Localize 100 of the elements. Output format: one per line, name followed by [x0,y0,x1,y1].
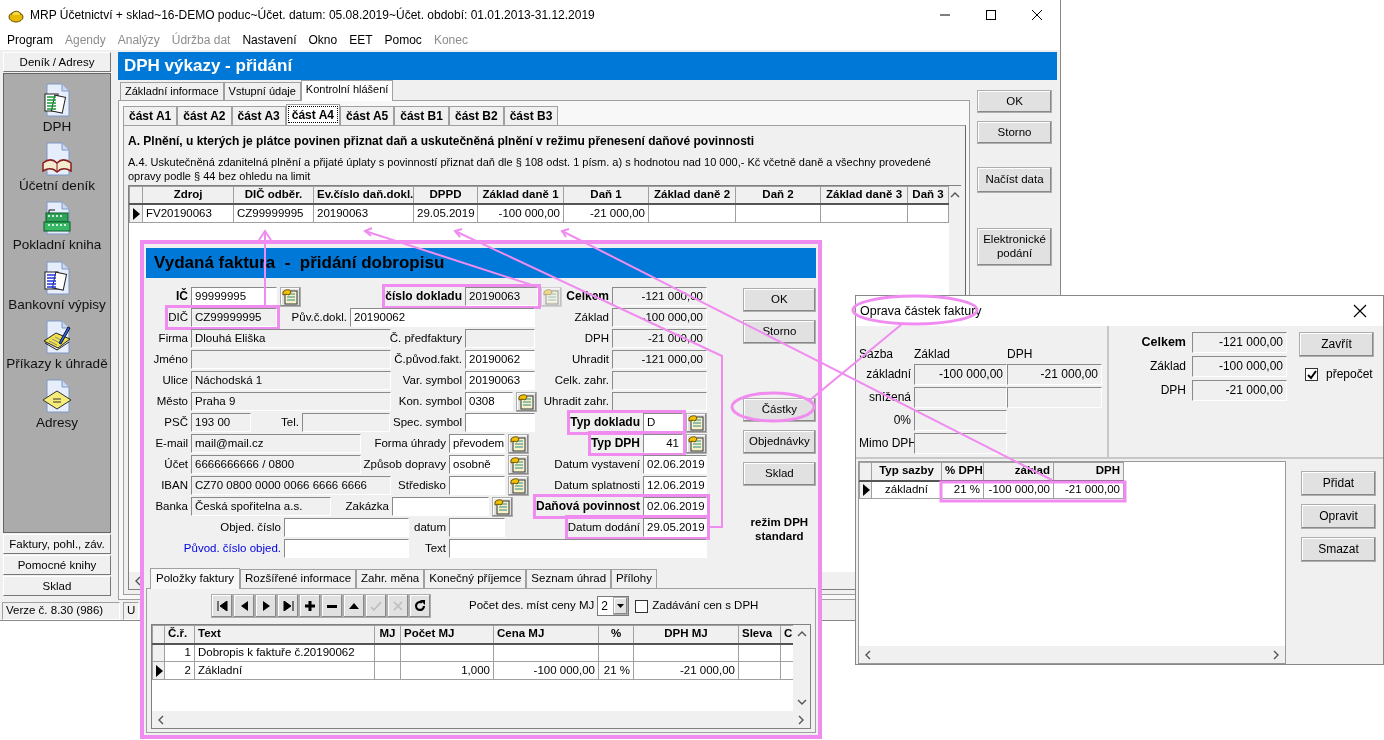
checkbox-label[interactable]: přepočet [1326,367,1373,382]
input-field[interactable] [612,392,707,411]
sidebar-item[interactable]: DPH [42,119,72,136]
toolbar-button[interactable] [409,594,431,618]
input-field[interactable]: 6666666666 / 0800 [191,455,361,474]
lookup-button[interactable] [280,286,301,307]
tab[interactable]: část B1 [394,105,449,125]
input-field[interactable] [465,413,535,432]
input-field[interactable] [449,476,505,495]
input-field[interactable] [1007,387,1102,408]
tab[interactable]: Rozšířené informace [240,569,357,588]
sidebar-item[interactable]: Bankovní výpisy [8,296,106,313]
tab[interactable]: část A5 [340,105,395,125]
e-filing-button[interactable]: Elektronické podání [977,228,1052,266]
input-field[interactable]: -100 000,00 [1192,355,1287,377]
ok-button[interactable]: OK [742,288,816,312]
lookup-button[interactable] [492,496,513,517]
input-field[interactable]: 29.05.2019 [643,518,707,537]
decimals-dropdown[interactable]: 2 [597,596,630,616]
tab[interactable]: Položky faktury [150,568,240,589]
menu-item[interactable]: Program [1,32,59,48]
input-field[interactable] [284,518,409,537]
sidebar-section-button[interactable]: Sklad [3,576,111,596]
tab[interactable]: část A4 [285,103,340,125]
input-field[interactable] [914,387,1007,408]
input-field[interactable]: CZ70 0800 0000 0066 6666 6666 [191,476,391,495]
input-field[interactable] [449,539,707,558]
input-field[interactable]: -21 000,00 [1007,364,1102,385]
input-field[interactable] [392,497,489,516]
close-dialog-button[interactable]: Zavřít [1299,332,1374,357]
tab[interactable]: Kontrolní hlášení [300,80,394,101]
menu-item[interactable]: Pomoc [378,32,428,48]
toolbar-button[interactable] [343,594,365,618]
edit-button[interactable]: Opravit [1301,504,1376,529]
input-field[interactable]: -100 000,00 [914,364,1007,385]
tab[interactable]: Přílohy [611,569,657,588]
tab[interactable]: část B2 [448,105,504,125]
input-field[interactable]: -21 000,00 [1192,379,1287,401]
tab[interactable]: Vstupní údaje [223,82,301,100]
documents-icon[interactable] [41,259,73,296]
delete-button[interactable]: Smazat [1301,537,1376,562]
input-field[interactable]: -100 000,00 [612,308,707,327]
lookup-button[interactable] [508,475,529,496]
lookup-button[interactable] [508,454,529,475]
field-link[interactable]: Původ. číslo objed. [183,541,284,556]
toolbar-button[interactable] [255,594,277,618]
horizontal-scrollbar[interactable] [152,711,810,728]
horizontal-scrollbar[interactable] [859,646,1285,663]
input-field[interactable]: Náchodská 1 [191,371,391,390]
input-field[interactable]: Česká spořitelna a.s. [191,497,331,516]
input-field[interactable]: 0308 [465,392,513,411]
input-field[interactable] [914,433,1007,454]
tab[interactable]: Konečný příjemce [424,569,527,588]
input-field[interactable] [465,329,535,348]
sidebar-item[interactable]: Příkazy k úhradě [6,355,108,372]
menu-item[interactable]: EET [343,32,379,48]
sidebar-item[interactable]: Adresy [36,414,78,432]
input-field[interactable] [191,350,391,369]
toolbar-button[interactable] [211,594,233,618]
input-field[interactable]: -121 000,00 [612,350,707,369]
input-field[interactable]: 20190062 [465,350,535,369]
toolbar-button[interactable] [321,594,343,618]
tab[interactable]: část A1 [123,105,178,125]
orders-button[interactable]: Objednávky [742,430,816,454]
ok-button[interactable]: OK [977,90,1052,113]
vertical-scrollbar[interactable] [793,625,810,711]
cash-register-icon[interactable] [41,200,73,237]
cancel-button[interactable]: Storno [977,121,1052,144]
input-field[interactable]: mail@mail.cz [191,434,361,453]
input-field[interactable] [449,518,505,537]
book-icon[interactable] [41,141,73,178]
input-field[interactable]: 41 [643,434,683,453]
envelope-icon[interactable] [41,377,73,414]
sidebar-section-button[interactable]: Pomocné knihy [3,555,111,575]
toolbar-button[interactable] [299,594,321,618]
lookup-button[interactable] [508,433,529,454]
input-field[interactable]: převodem [449,434,505,453]
tab[interactable]: Seznam úhrad [526,569,612,588]
input-field[interactable]: 02.06.2019 [643,455,707,474]
tab[interactable]: Základní informace [120,82,224,100]
cancel-button[interactable]: Storno [742,320,816,344]
input-field[interactable]: 20190063 [465,371,535,390]
input-field[interactable]: Dlouhá Eliška [191,329,391,348]
tab[interactable]: Zahr. měna [356,569,425,588]
tab[interactable]: část A3 [231,105,286,125]
input-field[interactable]: 20190062 [350,308,535,327]
stock-button[interactable]: Sklad [742,462,816,486]
sidebar-section-button[interactable]: Faktury, pohl., záv. [3,534,111,554]
documents-icon[interactable] [41,82,73,118]
checkbox[interactable] [1305,367,1318,381]
sidebar-item[interactable]: Účetní deník [19,178,95,195]
tab[interactable]: část B3 [503,105,559,125]
input-field[interactable]: 193 00 [191,413,251,432]
input-field[interactable]: CZ99999995 [191,308,277,327]
notepad-pen-icon[interactable] [41,318,73,355]
toolbar-button[interactable] [233,594,255,618]
menu-item[interactable]: Okno [302,32,344,48]
input-field[interactable] [284,539,409,558]
input-field[interactable]: -121 000,00 [1192,331,1287,353]
lookup-button[interactable] [516,391,537,412]
